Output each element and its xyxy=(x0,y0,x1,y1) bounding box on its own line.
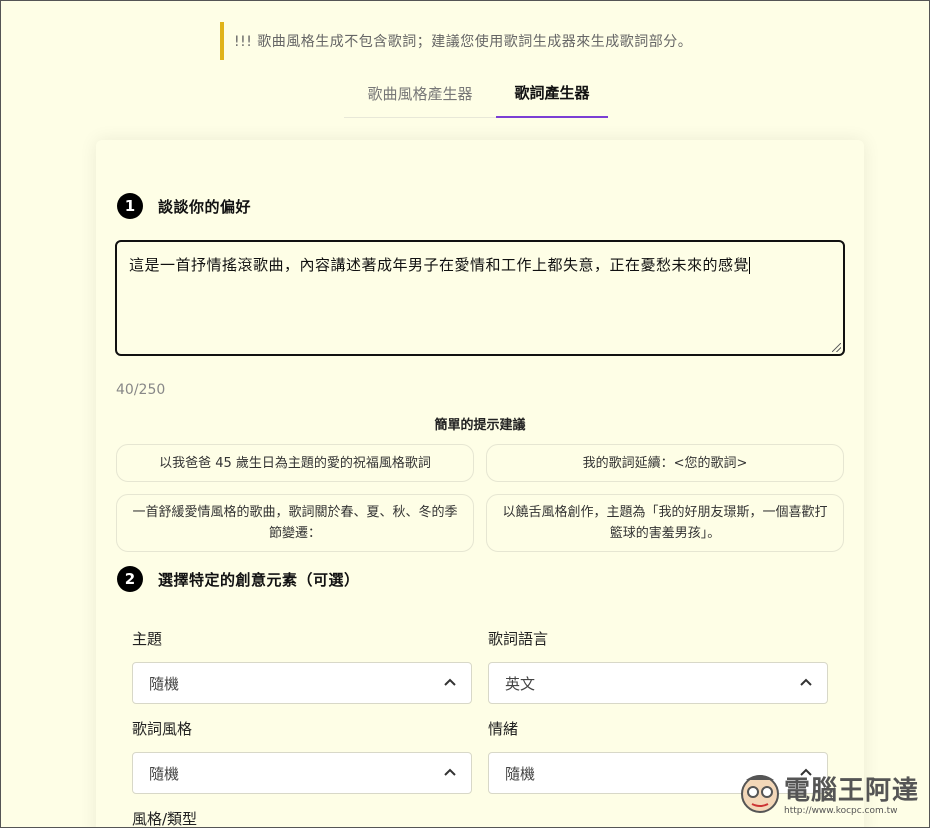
step-2-header: 2 選擇特定的創意元素（可選） xyxy=(117,566,360,592)
hint-chip-seasons[interactable]: 一首舒緩愛情風格的歌曲，歌詞關於春、夏、秋、冬的季節變遷： xyxy=(116,494,474,552)
step-1-title: 談談你的偏好 xyxy=(158,197,252,216)
field-label-lyrics-language: 歌詞語言 xyxy=(488,630,549,648)
step-2-title: 選擇特定的創意元素（可選） xyxy=(158,570,360,589)
field-label-mood: 情緒 xyxy=(488,720,519,738)
lyrics-style-select[interactable]: 隨機 xyxy=(132,752,472,794)
theme-select-value: 隨機 xyxy=(149,674,180,693)
hints-title: 簡單的提示建議 xyxy=(434,418,526,433)
lyrics-language-select[interactable]: 英文 xyxy=(488,662,828,704)
field-label-lyrics-style: 歌詞風格 xyxy=(132,720,193,738)
character-counter: 40/250 xyxy=(116,382,166,398)
tab-lyrics-generator[interactable]: 歌詞產生器 xyxy=(496,68,608,118)
mascot-logo xyxy=(741,775,779,813)
text-caret xyxy=(749,257,751,274)
chevron-up-icon xyxy=(800,678,812,686)
theme-select[interactable]: 隨機 xyxy=(132,662,472,704)
generator-tabs: 歌曲風格產生器 歌詞產生器 xyxy=(344,68,608,118)
chevron-up-icon xyxy=(444,768,456,776)
resize-handle-icon[interactable] xyxy=(832,343,841,352)
step-1-number: 1 xyxy=(117,193,143,219)
lyrics-language-select-value: 英文 xyxy=(505,674,536,693)
watermark-url: http://www.kocpc.com.tw xyxy=(784,806,898,816)
tab-song-style-generator[interactable]: 歌曲風格產生器 xyxy=(344,68,496,118)
lyrics-style-select-value: 隨機 xyxy=(149,764,180,783)
field-label-theme: 主題 xyxy=(132,630,163,648)
preference-text: 這是一首抒情搖滾歌曲，內容講述著成年男子在愛情和工作上都失意，正在憂愁未來的感覺 xyxy=(129,256,750,274)
notice-text: !!! 歌曲風格生成不包含歌詞；建議您使用歌詞生成器來生成歌詞部分。 xyxy=(234,34,693,50)
chevron-up-icon xyxy=(444,678,456,686)
watermark: 電腦王阿達 http://www.kocpc.com.tw xyxy=(736,766,926,826)
hint-chip-continue-lyrics[interactable]: 我的歌詞延續：<您的歌詞> xyxy=(486,444,844,482)
mood-select-value: 隨機 xyxy=(505,764,536,783)
step-2-number: 2 xyxy=(117,566,143,592)
preference-textarea[interactable]: 這是一首抒情搖滾歌曲，內容講述著成年男子在愛情和工作上都失意，正在憂愁未來的感覺 xyxy=(115,240,845,356)
hint-chip-rap[interactable]: 以饒舌風格創作，主題為「我的好朋友璟斯，一個喜歡打籃球的害羞男孩」。 xyxy=(486,494,844,552)
step-1-header: 1 談談你的偏好 xyxy=(117,193,251,219)
watermark-text: 電腦王阿達 xyxy=(784,776,920,806)
notice-banner: !!! 歌曲風格生成不包含歌詞；建議您使用歌詞生成器來生成歌詞部分。 xyxy=(220,22,692,60)
hint-chip-birthday[interactable]: 以我爸爸 45 歲生日為主題的愛的祝福風格歌詞 xyxy=(116,444,474,482)
field-label-genre: 風格/類型 xyxy=(132,810,198,828)
